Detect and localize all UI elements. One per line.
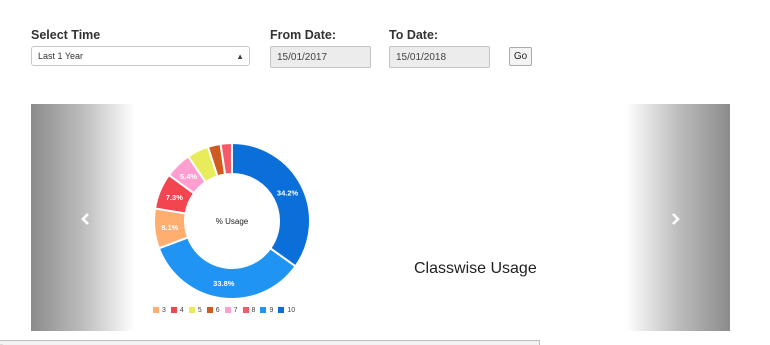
carousel-next-area[interactable] [626, 104, 730, 331]
slice-label-4: 7.3% [166, 193, 183, 202]
from-date-label: From Date: [270, 28, 336, 42]
legend-label: 8 [251, 306, 256, 314]
legend-label: 6 [215, 306, 220, 314]
legend-swatch [260, 307, 267, 313]
select-arrows-icon: ▲︎ [236, 52, 244, 61]
legend-item-4[interactable]: 4 [170, 306, 184, 314]
select-time-dropdown[interactable]: Last 1 Year ▲︎ [31, 46, 250, 66]
chevron-left-icon[interactable] [79, 212, 93, 226]
legend-label: 4 [179, 306, 184, 314]
slice-label-9: 33.8% [213, 279, 235, 288]
status-bar: ... [0, 340, 540, 345]
select-time-label: Select Time [31, 28, 101, 42]
legend-item-8[interactable]: 8 [242, 306, 256, 314]
legend-label: 10 [287, 306, 296, 314]
legend-item-10[interactable]: 10 [278, 307, 295, 314]
legend-item-7[interactable]: 7 [224, 306, 238, 314]
slice-label-3: 8.1% [161, 223, 178, 232]
legend-swatch [242, 307, 249, 313]
slice-label-7: 5.4% [180, 172, 197, 181]
legend-swatch [206, 307, 213, 313]
legend-label: 5 [197, 306, 202, 314]
chart-title: Classwise Usage [414, 260, 537, 277]
legend-item-9[interactable]: 9 [260, 307, 273, 314]
legend-item-5[interactable]: 5 [188, 306, 202, 314]
legend-swatch [224, 307, 231, 313]
chevron-right-icon[interactable] [668, 212, 682, 226]
go-button[interactable]: Go [509, 47, 532, 66]
chart-legend: 3 4 5 6 7 8 9 10 [153, 304, 300, 316]
to-date-field[interactable]: 15/01/2018 [389, 46, 490, 68]
from-date-field[interactable]: 15/01/2017 [270, 46, 371, 68]
legend-item-6[interactable]: 6 [206, 306, 220, 314]
usage-donut-chart: 34.2% 33.8% 8.1% 7.3% 5.4% % Usage [153, 141, 311, 300]
legend-swatch [153, 307, 159, 313]
chart-center-label: % Usage [216, 217, 249, 226]
legend-swatch [170, 307, 177, 313]
legend-swatch [188, 307, 195, 313]
legend-swatch [278, 307, 285, 313]
legend-item-3[interactable]: 3 [153, 307, 166, 314]
carousel-prev-area[interactable] [31, 104, 135, 331]
legend-label: 7 [233, 306, 238, 314]
carousel: 34.2% 33.8% 8.1% 7.3% 5.4%% Usage 3 4 5 6 7 8 9 10 … [31, 104, 730, 331]
status-bar-text: ... [0, 341, 4, 345]
legend-label: 3 [162, 306, 166, 314]
select-time-value: Last 1 Year [38, 51, 84, 61]
slice-label-10: 34.2% [277, 188, 299, 197]
legend-label: 9 [269, 306, 274, 314]
to-date-label: To Date: [389, 28, 439, 42]
